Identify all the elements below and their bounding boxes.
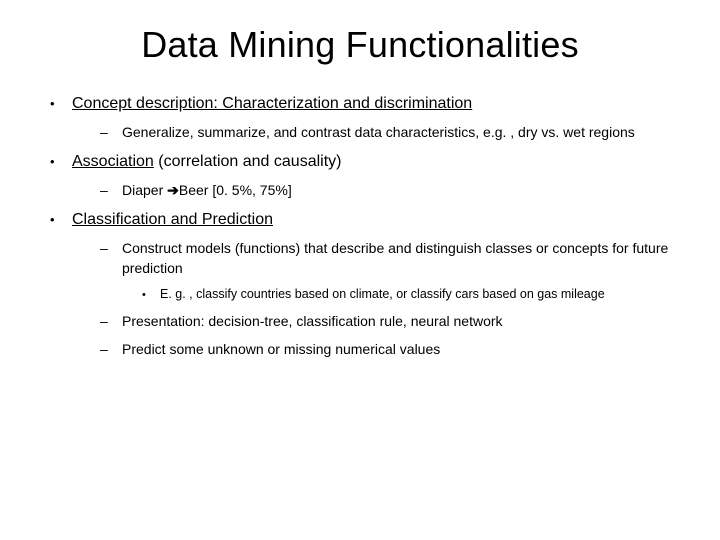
bullet-text: Generalize, summarize, and contrast data…: [122, 122, 635, 142]
dash-icon: –: [100, 180, 122, 200]
bullet-level1: • Classification and Prediction: [48, 210, 672, 230]
arrow-right-icon: ➔: [167, 182, 179, 198]
bullet-level1: • Concept description: Characterization …: [48, 94, 672, 114]
heading-underline: Concept description: Characterization an…: [72, 95, 472, 112]
bullet-dot-icon: •: [48, 94, 72, 114]
bullet-text: E. g. , classify countries based on clim…: [160, 286, 605, 302]
bullet-heading: Classification and Prediction: [72, 210, 273, 230]
bullet-text: Diaper ➔Beer [0. 5%, 75%]: [122, 180, 292, 200]
slide: Data Mining Functionalities • Concept de…: [0, 0, 720, 540]
bullet-heading: Association (correlation and causality): [72, 152, 341, 172]
bullet-dot-icon: •: [48, 152, 72, 172]
bullet-level2: – Generalize, summarize, and contrast da…: [48, 122, 672, 142]
bullet-text: Predict some unknown or missing numerica…: [122, 339, 440, 359]
text-pre: Diaper: [122, 182, 167, 198]
bullet-dot-icon: •: [48, 210, 72, 230]
dash-icon: –: [100, 122, 122, 142]
bullet-level2: – Predict some unknown or missing numeri…: [48, 339, 672, 359]
bullet-level1: • Association (correlation and causality…: [48, 152, 672, 172]
bullet-dot-icon: •: [142, 286, 160, 303]
bullet-text: Construct models (functions) that descri…: [122, 238, 672, 278]
bullet-level2: – Diaper ➔Beer [0. 5%, 75%]: [48, 180, 672, 200]
heading-underline: Association: [72, 153, 154, 170]
dash-icon: –: [100, 339, 122, 359]
bullet-text: Presentation: decision-tree, classificat…: [122, 311, 503, 331]
bullet-level3: • E. g. , classify countries based on cl…: [48, 286, 672, 303]
dash-icon: –: [100, 238, 122, 258]
dash-icon: –: [100, 311, 122, 331]
bullet-heading: Concept description: Characterization an…: [72, 94, 472, 114]
heading-rest: (correlation and causality): [154, 153, 342, 170]
text-post: Beer [0. 5%, 75%]: [179, 182, 292, 198]
bullet-level2: – Presentation: decision-tree, classific…: [48, 311, 672, 331]
slide-title: Data Mining Functionalities: [48, 24, 672, 66]
bullet-level2: – Construct models (functions) that desc…: [48, 238, 672, 278]
heading-underline: Classification and Prediction: [72, 211, 273, 228]
